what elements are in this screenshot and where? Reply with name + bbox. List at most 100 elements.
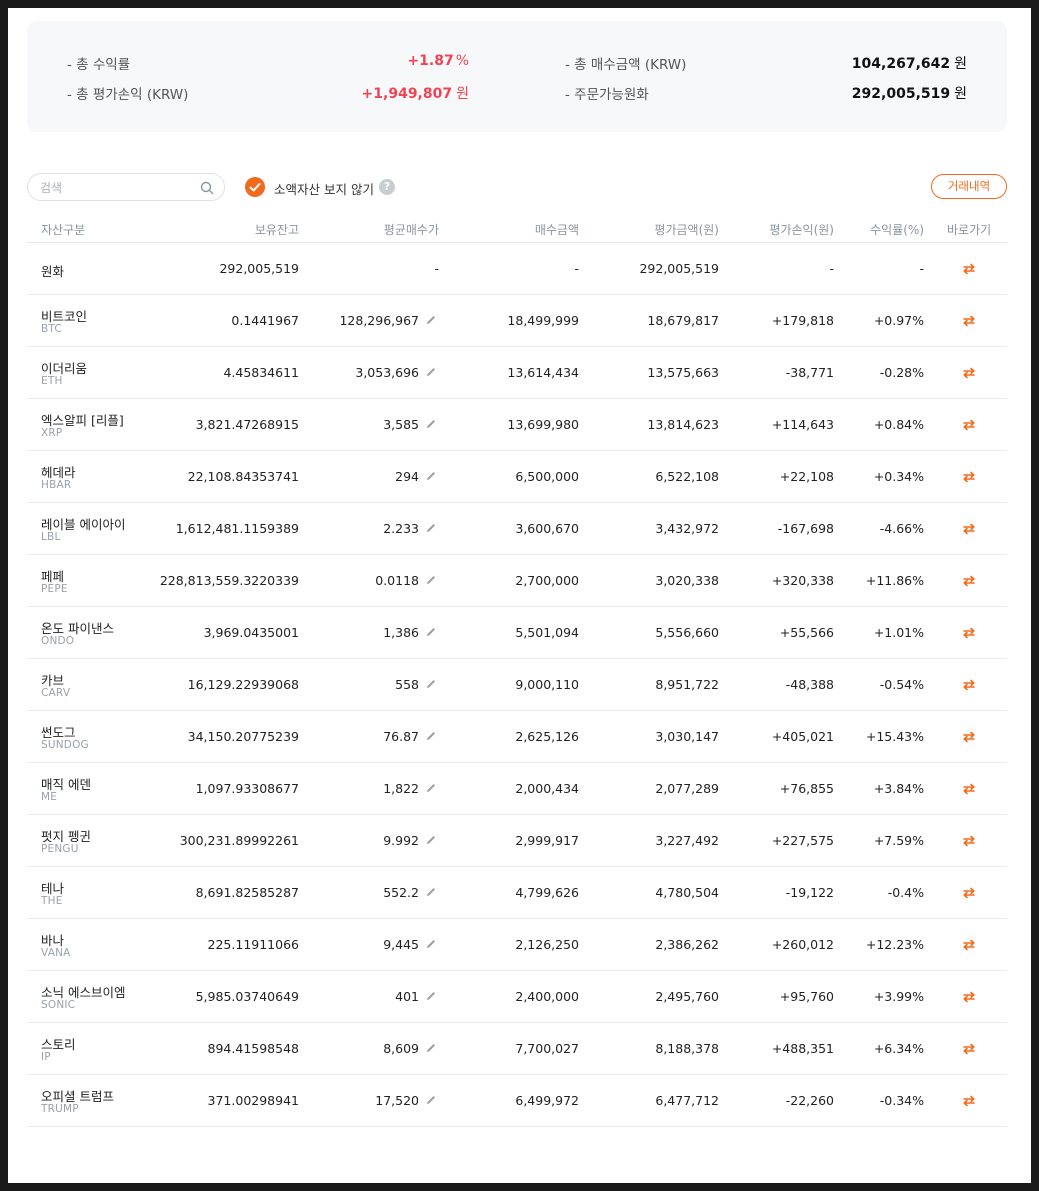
total-pl-value: +1,949,807 원 (361, 86, 469, 102)
pencil-icon[interactable] (425, 990, 437, 1002)
swap-arrows-icon[interactable] (961, 989, 977, 1005)
swap-arrows-icon[interactable] (961, 781, 977, 797)
balance-cell: 225.11911066 (207, 937, 299, 952)
check-icon (249, 183, 261, 192)
pencil-icon[interactable] (425, 314, 437, 326)
buy-amount-cell: 7,700,027 (515, 1041, 579, 1056)
balance-cell: 371.00298941 (207, 1093, 299, 1108)
buy-amount-cell: 2,625,126 (515, 729, 579, 744)
header-eval-amount: 평가금액(원) (654, 223, 719, 237)
table-row: 펏지 펭귄 PENGU 300,231.89992261 9.992 2,999,917… (27, 815, 1007, 867)
app-frame: - 총 수익률 +1.87% - 총 평가손익 (KRW) +1,949,807… (8, 8, 1031, 1183)
pl-cell: +488,351 (771, 1041, 834, 1056)
swap-arrows-icon[interactable] (961, 833, 977, 849)
balance-cell: 3,821.47268915 (195, 417, 299, 432)
rate-cell: +1.01% (873, 625, 924, 640)
avg-price-cell: - (434, 261, 439, 276)
swap-arrows-icon[interactable] (961, 885, 977, 901)
asset-ticker: SONIC (41, 999, 76, 1011)
eval-amount-cell: 3,227,492 (655, 833, 719, 848)
table-row: 매직 에덴 ME 1,097.93308677 1,822 2,000,434 2,077… (27, 763, 1007, 815)
rate-cell: -0.54% (879, 677, 924, 692)
avg-price-cell: 2.233 (383, 521, 419, 536)
hide-small-assets-label[interactable]: 소액자산 보지 않기 (274, 179, 374, 198)
pencil-icon[interactable] (425, 418, 437, 430)
buy-amount-cell: 13,614,434 (507, 365, 579, 380)
pl-cell: -19,122 (785, 885, 834, 900)
orderable-krw-value: 292,005,519 원 (851, 86, 967, 102)
pl-cell: -22,260 (785, 1093, 834, 1108)
eval-amount-cell: 5,556,660 (655, 625, 719, 640)
search-input[interactable] (40, 179, 190, 197)
table-row: 썬도그 SUNDOG 34,150.20775239 76.87 2,625,126 3,… (27, 711, 1007, 763)
pencil-icon[interactable] (425, 938, 437, 950)
table-row: 페페 PEPE 228,813,559.3220339 0.0118 2,700,000… (27, 555, 1007, 607)
avg-price-cell: 76.87 (383, 729, 419, 744)
swap-arrows-icon[interactable] (961, 313, 977, 329)
swap-arrows-icon[interactable] (961, 729, 977, 745)
table-row: 스토리 IP 894.41598548 8,609 7,700,027 8,188,378… (27, 1023, 1007, 1075)
pencil-icon[interactable] (425, 834, 437, 846)
swap-arrows-icon[interactable] (961, 625, 977, 641)
table-row: 카브 CARV 16,129.22939068 558 9,000,110 8,951,7… (27, 659, 1007, 711)
table-row: 테나 THE 8,691.82585287 552.2 4,799,626 4,780,5… (27, 867, 1007, 919)
eval-amount-cell: 2,495,760 (655, 989, 719, 1004)
eval-amount-cell: 6,522,108 (655, 469, 719, 484)
pencil-icon[interactable] (425, 366, 437, 378)
rate-cell: +0.34% (873, 469, 924, 484)
eval-amount-cell: 8,951,722 (655, 677, 719, 692)
pl-cell: +95,760 (779, 989, 834, 1004)
avg-price-cell: 401 (395, 989, 419, 1004)
avg-price-cell: 294 (395, 469, 419, 484)
swap-arrows-icon[interactable] (961, 1041, 977, 1057)
pencil-icon[interactable] (425, 470, 437, 482)
table-row: 레이블 에이아이 LBL 1,612,481.1159389 2.233 3,600,6… (27, 503, 1007, 555)
buy-amount-cell: 9,000,110 (515, 677, 579, 692)
pencil-icon[interactable] (425, 1042, 437, 1054)
swap-arrows-icon[interactable] (961, 365, 977, 381)
swap-arrows-icon[interactable] (961, 1093, 977, 1109)
hide-small-assets-checkbox[interactable] (245, 177, 265, 197)
eval-amount-cell: 2,077,289 (655, 781, 719, 796)
balance-cell: 5,985.03740649 (195, 989, 299, 1004)
swap-arrows-icon[interactable] (961, 417, 977, 433)
pl-cell: -48,388 (785, 677, 834, 692)
rate-cell: +0.84% (873, 417, 924, 432)
summary-panel: - 총 수익률 +1.87% - 총 평가손익 (KRW) +1,949,807… (27, 21, 1007, 132)
balance-cell: 22,108.84353741 (187, 469, 299, 484)
trade-history-button[interactable]: 거래내역 (931, 174, 1007, 199)
header-balance: 보유잔고 (254, 223, 299, 237)
table-row: 헤데라 HBAR 22,108.84353741 294 6,500,000 6,522,… (27, 451, 1007, 503)
pencil-icon[interactable] (425, 1094, 437, 1106)
pl-cell: +22,108 (779, 469, 834, 484)
swap-arrows-icon[interactable] (961, 937, 977, 953)
help-icon[interactable]: ? (379, 179, 395, 195)
buy-amount-cell: 13,699,980 (507, 417, 579, 432)
eval-amount-cell: 2,386,262 (655, 937, 719, 952)
balance-cell: 3,969.0435001 (203, 625, 299, 640)
rate-cell: - (919, 261, 924, 276)
pencil-icon[interactable] (425, 678, 437, 690)
swap-arrows-icon[interactable] (961, 677, 977, 693)
pencil-icon[interactable] (425, 886, 437, 898)
balance-cell: 1,097.93308677 (195, 781, 299, 796)
swap-arrows-icon[interactable] (961, 261, 977, 277)
rate-cell: -0.28% (879, 365, 924, 380)
pencil-icon[interactable] (425, 574, 437, 586)
avg-price-cell: 0.0118 (375, 573, 419, 588)
asset-ticker: PENGU (41, 843, 79, 855)
pencil-icon[interactable] (425, 730, 437, 742)
avg-price-cell: 3,053,696 (355, 365, 419, 380)
rate-cell: -0.34% (879, 1093, 924, 1108)
pl-cell: +76,855 (779, 781, 834, 796)
total-buy-label: - 총 매수금액 (KRW) (565, 57, 687, 73)
swap-arrows-icon[interactable] (961, 469, 977, 485)
buy-amount-cell: 5,501,094 (515, 625, 579, 640)
asset-ticker: LBL (41, 531, 61, 543)
pencil-icon[interactable] (425, 626, 437, 638)
swap-arrows-icon[interactable] (961, 573, 977, 589)
pencil-icon[interactable] (425, 782, 437, 794)
swap-arrows-icon[interactable] (961, 521, 977, 537)
search-icon[interactable] (199, 180, 215, 196)
pencil-icon[interactable] (425, 522, 437, 534)
